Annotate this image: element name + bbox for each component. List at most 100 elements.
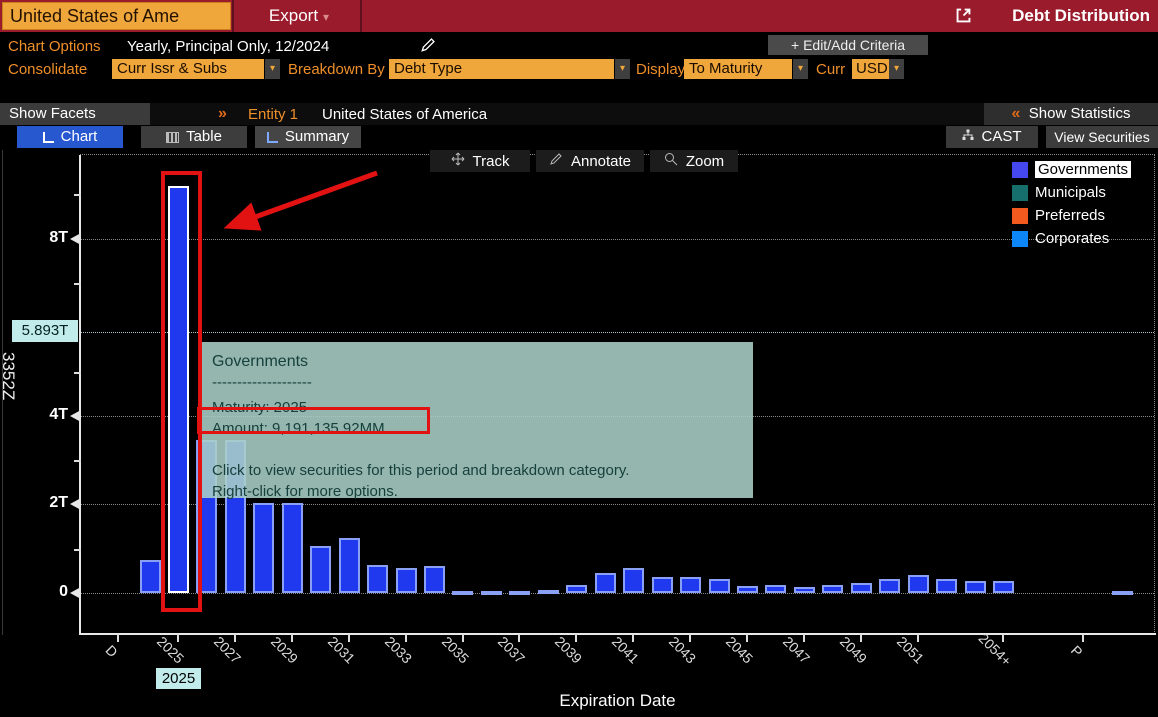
- bar-2040[interactable]: [595, 573, 616, 593]
- bar-P[interactable]: [1112, 591, 1133, 595]
- x-tick-label-2039: 2039: [552, 633, 585, 666]
- x-tick-label-2051: 2051: [894, 633, 927, 666]
- x-tick-2047: [803, 634, 805, 642]
- x-tick-2031: [348, 634, 350, 642]
- y-tick-label-2T: 2T: [22, 494, 68, 512]
- annotation-amount-rectangle: [197, 407, 430, 434]
- tooltip-help-1: Click to view securities for this period…: [212, 460, 741, 481]
- x-tick-label-2035: 2035: [438, 633, 471, 666]
- bar-2044[interactable]: [709, 579, 730, 593]
- x-tick-label-2031: 2031: [325, 633, 358, 666]
- x-tick-label-2033: 2033: [382, 633, 415, 666]
- x-tick-label-2037: 2037: [495, 633, 528, 666]
- y-tick-label-8T: 8T: [22, 229, 68, 247]
- y-tick-label-0: 0: [22, 583, 68, 601]
- tooltip-series: Governments: [212, 351, 741, 372]
- bar-2045[interactable]: [737, 586, 758, 593]
- bar-2030[interactable]: [310, 546, 331, 593]
- x-tick-2049: [860, 634, 862, 642]
- annotation-bar-rectangle: [161, 171, 202, 612]
- x-axis-title: Expiration Date: [80, 691, 1155, 711]
- gridline-8T: [81, 239, 1154, 240]
- bar-2036[interactable]: [481, 591, 502, 595]
- x-tick-2027: [234, 634, 236, 642]
- x-tick-label-2043: 2043: [666, 633, 699, 666]
- bar-2032[interactable]: [367, 565, 388, 593]
- gridline-0: [81, 593, 1154, 594]
- legend-swatch: [1012, 185, 1028, 201]
- legend-label: Corporates: [1035, 230, 1109, 247]
- x-tick-label-2049: 2049: [837, 633, 870, 666]
- legend-label: Preferreds: [1035, 207, 1105, 224]
- x-tick-2025: [177, 634, 179, 642]
- x-tick-2043: [689, 634, 691, 642]
- x-tick-label-2027: 2027: [211, 633, 244, 666]
- y-tick-label-4T: 4T: [22, 406, 68, 424]
- x-tick-label-2045: 2045: [723, 633, 756, 666]
- bar-2050[interactable]: [879, 579, 900, 593]
- tooltip-help-2: Right-click for more options.: [212, 481, 741, 502]
- y-minor-tick: [74, 283, 81, 285]
- legend-item-municipals[interactable]: Municipals: [1012, 181, 1131, 204]
- y-minor-tick: [74, 372, 81, 374]
- x-tick-label-2041: 2041: [609, 633, 642, 666]
- x-tick-label-2029: 2029: [268, 633, 301, 666]
- x-tick-2051: [917, 634, 919, 642]
- y-tick-marker: [70, 498, 81, 510]
- bar-2041[interactable]: [623, 568, 644, 593]
- x-tick-label-2025: 2025: [154, 633, 187, 666]
- legend-swatch: [1012, 162, 1028, 178]
- tooltip-separator: --------------------: [212, 372, 741, 393]
- legend-item-corporates[interactable]: Corporates: [1012, 227, 1131, 250]
- x-tick-D: [117, 634, 119, 642]
- bar-2038[interactable]: [538, 590, 559, 594]
- x-tick-label-D: D: [103, 642, 121, 660]
- bar-2031[interactable]: [339, 538, 360, 593]
- bar-2054+[interactable]: [993, 581, 1014, 593]
- y-tracker-value: 5.893T: [12, 320, 78, 342]
- bar-D[interactable]: [140, 560, 161, 593]
- x-tick-2033: [405, 634, 407, 642]
- bar-2053[interactable]: [965, 581, 986, 593]
- x-tick-2041: [632, 634, 634, 642]
- x-tick-2035: [462, 634, 464, 642]
- y-minor-tick: [74, 194, 81, 196]
- legend-item-governments[interactable]: Governments: [1012, 158, 1131, 181]
- bar-2046[interactable]: [765, 585, 786, 593]
- x-tick-2029: [291, 634, 293, 642]
- bar-2047[interactable]: [794, 587, 815, 593]
- x-tick-label-2047: 2047: [780, 633, 813, 666]
- bar-2033[interactable]: [396, 568, 417, 593]
- bar-2034[interactable]: [424, 566, 445, 593]
- bar-2028[interactable]: [253, 503, 274, 593]
- bar-2049[interactable]: [851, 583, 872, 593]
- bar-2039[interactable]: [566, 585, 587, 593]
- x-tick-2039: [575, 634, 577, 642]
- bar-2042[interactable]: [652, 577, 673, 593]
- y-tick-marker: [70, 587, 81, 599]
- x-tick-2045: [746, 634, 748, 642]
- bar-2051[interactable]: [908, 575, 929, 593]
- x-tracker-value: 2025: [156, 668, 201, 689]
- legend: Governments Municipals Preferreds Corporate…: [1012, 158, 1131, 250]
- x-tick-label-2054+: 2054+: [976, 630, 1015, 669]
- bar-2029[interactable]: [282, 503, 303, 593]
- x-tick-label-P: P: [1068, 642, 1086, 660]
- x-tick-2054+: [1002, 634, 1004, 642]
- x-tick-2037: [518, 634, 520, 642]
- legend-item-preferreds[interactable]: Preferreds: [1012, 204, 1131, 227]
- tracker-gridline: [81, 332, 1154, 333]
- legend-swatch: [1012, 231, 1028, 247]
- annotation-arrow: [215, 163, 390, 238]
- x-tick-P: [1082, 634, 1084, 642]
- bar-2052[interactable]: [936, 579, 957, 593]
- y-minor-tick: [74, 460, 81, 462]
- legend-label: Governments: [1035, 161, 1131, 178]
- y-minor-tick: [74, 549, 81, 551]
- legend-label: Municipals: [1035, 184, 1106, 201]
- bar-2035[interactable]: [452, 591, 473, 595]
- bar-2048[interactable]: [822, 585, 843, 593]
- bar-2043[interactable]: [680, 577, 701, 593]
- y-tick-marker: [70, 233, 81, 245]
- bar-2037[interactable]: [509, 591, 530, 595]
